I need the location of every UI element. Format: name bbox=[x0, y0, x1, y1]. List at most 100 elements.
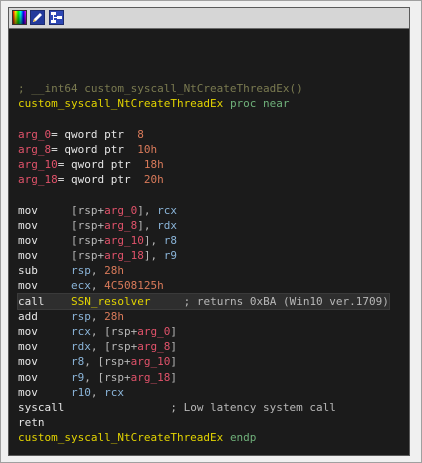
operand-part: ], bbox=[143, 249, 164, 263]
call-target[interactable]: SSN_resolver bbox=[71, 295, 150, 308]
operand-number: 4C508125h bbox=[104, 279, 164, 293]
mnemonic: mov bbox=[18, 370, 38, 384]
instruction-line[interactable]: mov r8, [rsp+arg_10] bbox=[18, 354, 389, 369]
operand-register[interactable]: r10 bbox=[71, 386, 91, 399]
operand-arg[interactable]: arg_8 bbox=[137, 340, 170, 353]
operand-part: ], bbox=[137, 218, 158, 232]
arg-name[interactable]: arg_8 bbox=[18, 143, 51, 156]
instruction-line[interactable]: mov r10, rcx bbox=[18, 385, 389, 400]
instruction-line[interactable]: retn bbox=[18, 415, 389, 430]
operand-part: [rsp+ bbox=[104, 325, 138, 338]
operand-register[interactable]: rcx bbox=[71, 325, 91, 338]
operand-register[interactable]: rdx bbox=[157, 219, 177, 232]
operand-part: ] bbox=[170, 355, 177, 369]
instruction-line[interactable]: mov [rsp+arg_10], r8 bbox=[18, 233, 389, 248]
operand-register[interactable]: rcx bbox=[157, 204, 177, 217]
operand-arg[interactable]: arg_18 bbox=[104, 249, 144, 262]
operand-separator: , bbox=[84, 355, 98, 369]
proc-name[interactable]: custom_syscall_NtCreateThreadEx bbox=[18, 97, 223, 110]
operand-register[interactable]: rdx bbox=[71, 340, 91, 353]
operand-arg[interactable]: arg_0 bbox=[137, 325, 170, 338]
operand-separator: , bbox=[84, 370, 98, 384]
endp-name[interactable]: custom_syscall_NtCreateThreadEx bbox=[18, 431, 223, 444]
instruction-line[interactable]: syscall ; Low latency system call bbox=[18, 400, 389, 415]
operand-part: [rsp+ bbox=[97, 355, 131, 369]
instruction-line[interactable]: mov [rsp+arg_8], rdx bbox=[18, 218, 389, 233]
operand-separator: , bbox=[90, 279, 105, 293]
mnemonic: add bbox=[18, 309, 38, 323]
arg-eq: = qword ptr bbox=[51, 127, 138, 141]
instruction-line-selected[interactable]: call SSN_resolver ; returns 0xBA (Win10 … bbox=[17, 292, 390, 310]
arg-line[interactable]: arg_10= qword ptr 18h bbox=[18, 157, 389, 172]
mnemonic: sub bbox=[18, 264, 38, 278]
mnemonic: mov bbox=[18, 218, 38, 232]
operand-separator: , bbox=[90, 309, 105, 323]
operand-register[interactable]: r8 bbox=[71, 355, 84, 368]
operand-part: [rsp+ bbox=[104, 340, 138, 354]
operand-part: ], bbox=[137, 203, 158, 217]
operand-part: [rsp+ bbox=[71, 218, 105, 232]
arg-eq: = qword ptr bbox=[57, 173, 144, 187]
instruction-line[interactable]: add rsp, 28h bbox=[18, 309, 389, 324]
operand-part: [rsp+ bbox=[71, 233, 105, 247]
graph-view-icon[interactable] bbox=[49, 10, 64, 25]
mnemonic: mov bbox=[18, 340, 38, 354]
arg-line[interactable]: arg_0= qword ptr 8 bbox=[18, 127, 389, 142]
arg-offset: 8 bbox=[137, 127, 144, 141]
instruction-line[interactable]: sub rsp, 28h bbox=[18, 263, 389, 278]
endp-line[interactable]: custom_syscall_NtCreateThreadEx endp bbox=[18, 430, 389, 445]
panel-toolbar bbox=[9, 8, 409, 29]
operand-arg[interactable]: arg_18 bbox=[131, 371, 171, 384]
operand-part: ] bbox=[170, 325, 177, 338]
instruction-line[interactable]: mov [rsp+arg_0], rcx bbox=[18, 203, 389, 218]
edit-icon[interactable] bbox=[30, 10, 45, 25]
instruction-line[interactable]: mov r9, [rsp+arg_18] bbox=[18, 370, 389, 385]
operand-register[interactable]: r9 bbox=[164, 249, 177, 262]
proc-line[interactable]: custom_syscall_NtCreateThreadEx proc nea… bbox=[18, 96, 389, 111]
arg-offset: 20h bbox=[143, 173, 164, 187]
disassembly-panel: ; __int64 custom_syscall_NtCreateThreadE… bbox=[8, 7, 410, 456]
operand-part: ] bbox=[170, 370, 177, 384]
window-frame: ; __int64 custom_syscall_NtCreateThreadE… bbox=[0, 0, 422, 463]
operand-register[interactable]: rsp bbox=[71, 264, 91, 277]
operand-arg[interactable]: arg_10 bbox=[104, 234, 144, 247]
operand-part: ] bbox=[170, 340, 177, 354]
prototype-comment: ; __int64 custom_syscall_NtCreateThreadE… bbox=[18, 82, 303, 95]
arg-name[interactable]: arg_18 bbox=[18, 173, 58, 186]
mnemonic: mov bbox=[18, 279, 38, 293]
instruction-line[interactable]: mov ecx, 4C508125h bbox=[18, 278, 389, 293]
operand-part: ], bbox=[143, 233, 164, 247]
inline-comment: ; returns 0xBA (Win10 ver.1709) bbox=[183, 294, 389, 308]
arg-line[interactable]: arg_18= qword ptr 20h bbox=[18, 172, 389, 187]
arg-name[interactable]: arg_10 bbox=[18, 158, 58, 171]
operand-separator: , bbox=[90, 385, 105, 399]
instruction-line[interactable]: mov rcx, [rsp+arg_0] bbox=[18, 324, 389, 339]
operand-register[interactable]: r8 bbox=[164, 234, 177, 247]
color-palette-icon[interactable] bbox=[12, 10, 27, 25]
operand-number: 28h bbox=[104, 264, 124, 278]
operand-register[interactable]: rsp bbox=[71, 310, 91, 323]
operand-arg[interactable]: arg_0 bbox=[104, 204, 137, 217]
endp-keyword: endp bbox=[229, 431, 257, 445]
operand-separator: , bbox=[90, 264, 105, 278]
instruction-line[interactable]: mov rdx, [rsp+arg_8] bbox=[18, 339, 389, 354]
mnemonic: mov bbox=[18, 249, 38, 263]
operand-register[interactable]: rcx bbox=[104, 386, 124, 399]
mnemonic: mov bbox=[18, 385, 38, 399]
operand-separator: , bbox=[90, 340, 105, 354]
operand-arg[interactable]: arg_8 bbox=[104, 219, 137, 232]
mnemonic: mov bbox=[18, 203, 38, 217]
arg-offset: 10h bbox=[137, 142, 158, 156]
arg-name[interactable]: arg_0 bbox=[18, 128, 51, 141]
arg-eq: = qword ptr bbox=[51, 142, 138, 156]
operand-part: [rsp+ bbox=[71, 249, 105, 263]
instruction-line[interactable]: mov [rsp+arg_18], r9 bbox=[18, 248, 389, 263]
disassembly-listing: ; __int64 custom_syscall_NtCreateThreadE… bbox=[17, 81, 390, 446]
operand-register[interactable]: r9 bbox=[71, 371, 84, 384]
operand-register[interactable]: ecx bbox=[71, 279, 91, 292]
arg-line[interactable]: arg_8= qword ptr 10h bbox=[18, 142, 389, 157]
mnemonic: mov bbox=[18, 355, 38, 369]
operand-arg[interactable]: arg_10 bbox=[131, 355, 171, 368]
